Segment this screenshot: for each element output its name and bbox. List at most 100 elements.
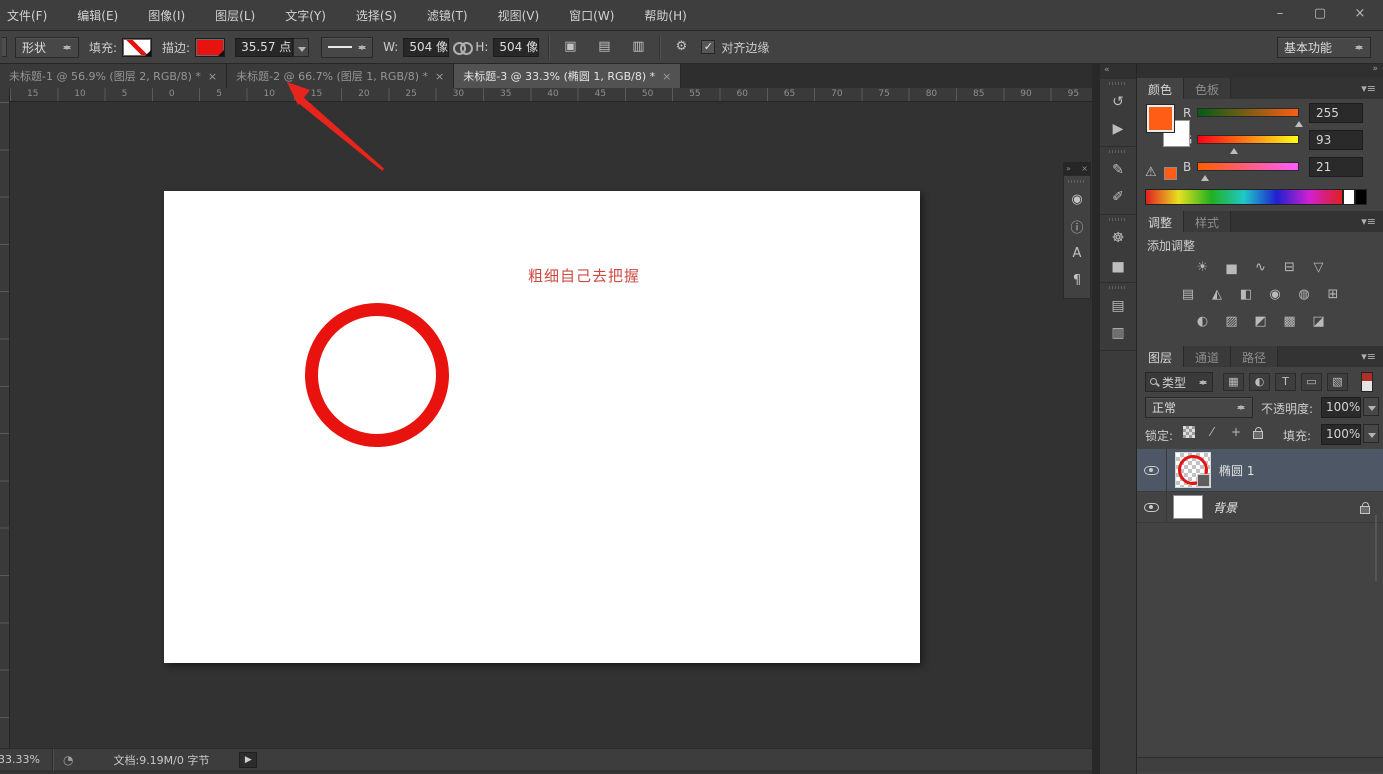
curves-icon[interactable]: ∿ bbox=[1251, 259, 1271, 276]
fill-color-swatch[interactable] bbox=[122, 38, 152, 57]
menu-item[interactable]: 滤镜(T) bbox=[412, 7, 483, 24]
panel-menu-icon[interactable]: ▾≡ bbox=[1361, 215, 1376, 228]
hue-saturation-icon[interactable]: ▤ bbox=[1178, 286, 1198, 303]
layer-row[interactable]: 椭圆 1 bbox=[1137, 449, 1383, 492]
adjustments-panel-tab[interactable]: 样式 bbox=[1184, 211, 1231, 232]
link-dimensions-icon[interactable] bbox=[453, 41, 471, 53]
channel-slider-handle[interactable] bbox=[1295, 117, 1303, 127]
menu-item[interactable]: 帮助(H) bbox=[629, 7, 701, 24]
status-options-button[interactable]: ▶ bbox=[239, 752, 257, 768]
menu-item[interactable]: 图像(I) bbox=[133, 7, 200, 24]
menu-item[interactable]: 文件(F) bbox=[0, 7, 62, 24]
layer-visibility-cell[interactable] bbox=[1137, 492, 1167, 522]
threshold-icon[interactable]: ◩ bbox=[1251, 313, 1271, 330]
channel-slider[interactable] bbox=[1197, 135, 1299, 144]
selective-color-icon[interactable]: ◪ bbox=[1309, 313, 1329, 330]
close-button[interactable]: × bbox=[1347, 4, 1373, 22]
navigator-panel-icon[interactable]: ☸ bbox=[1100, 224, 1136, 251]
paragraph-styles-panel-icon[interactable]: ▥ bbox=[1100, 319, 1136, 346]
layer-thumbnail[interactable] bbox=[1175, 452, 1211, 488]
filter-smart-objects-icon[interactable]: ▧ bbox=[1327, 373, 1348, 391]
lock-image-pixels-icon[interactable]: ⁄ bbox=[1205, 425, 1219, 439]
stroke-color-swatch[interactable] bbox=[195, 38, 225, 57]
black-white-icon[interactable]: ◧ bbox=[1236, 286, 1256, 303]
shape-height-field[interactable]: 504 像素 bbox=[493, 38, 539, 57]
closest-web-color-swatch[interactable] bbox=[1164, 167, 1177, 180]
eye-icon[interactable] bbox=[1144, 466, 1159, 475]
workspace-switcher[interactable]: 基本功能 bbox=[1277, 37, 1371, 58]
tab-close-icon[interactable]: × bbox=[662, 70, 671, 83]
stroke-width-field[interactable]: 35.57 点 bbox=[235, 38, 293, 57]
color-panel-tab[interactable]: 颜色 bbox=[1137, 78, 1184, 99]
panel-menu-icon[interactable]: ▾≡ bbox=[1361, 350, 1376, 363]
drag-grip[interactable] bbox=[1068, 180, 1086, 183]
document-tab[interactable]: 未标题-1 @ 56.9% (图层 2, RGB/8) *× bbox=[0, 64, 227, 88]
clone-source-panel-icon[interactable]: ◉ bbox=[1064, 186, 1090, 213]
tab-close-icon[interactable]: × bbox=[208, 70, 217, 83]
collapse-dock-icon[interactable]: « bbox=[1100, 64, 1136, 79]
filter-pixel-layers-icon[interactable]: ▦ bbox=[1223, 373, 1244, 391]
vibrance-icon[interactable]: ▽ bbox=[1309, 259, 1329, 276]
zoom-level-field[interactable]: 33.33% bbox=[0, 753, 46, 766]
color-panel-tab[interactable]: 色板 bbox=[1184, 78, 1231, 99]
tab-close-icon[interactable]: × bbox=[435, 70, 444, 83]
filter-type-layers-icon[interactable]: T bbox=[1275, 373, 1296, 391]
menu-item[interactable]: 文字(Y) bbox=[270, 7, 341, 24]
layer-filtering-toggle[interactable] bbox=[1361, 372, 1373, 392]
fill-field[interactable]: 100% bbox=[1321, 424, 1361, 445]
path-alignment-icon[interactable]: ▤ bbox=[592, 37, 616, 57]
brush-panel-icon[interactable]: ✎ bbox=[1100, 156, 1136, 183]
drag-grip[interactable] bbox=[1109, 150, 1127, 153]
posterize-icon[interactable]: ▨ bbox=[1222, 313, 1242, 330]
menu-item[interactable]: 选择(S) bbox=[341, 7, 412, 24]
close-icon[interactable]: × bbox=[1081, 164, 1088, 173]
gear-icon[interactable]: ⚙ bbox=[669, 37, 693, 57]
opacity-dropdown-button[interactable] bbox=[1363, 397, 1379, 416]
white-swatch[interactable] bbox=[1343, 189, 1355, 205]
info-panel-icon[interactable]: ⓘ bbox=[1064, 213, 1090, 240]
brightness-contrast-icon[interactable]: ☀ bbox=[1193, 259, 1213, 276]
shape-width-field[interactable]: 504 像素 bbox=[403, 38, 449, 57]
eye-icon[interactable] bbox=[1144, 503, 1159, 512]
scrollbar[interactable] bbox=[1375, 515, 1377, 581]
path-arrangement-icon[interactable]: ▥ bbox=[626, 37, 650, 57]
notes-panel-icon[interactable]: ▤ bbox=[1100, 292, 1136, 319]
adjustments-panel-tab[interactable]: 调整 bbox=[1137, 211, 1184, 232]
align-edges-checkbox[interactable]: ✓ bbox=[701, 40, 715, 54]
document-canvas[interactable]: 粗细自己去把握 bbox=[164, 191, 920, 663]
exposure-icon[interactable]: ⊟ bbox=[1280, 259, 1300, 276]
blend-mode-dropdown[interactable]: 正常 bbox=[1145, 397, 1253, 418]
path-operations-icon[interactable]: ▣ bbox=[558, 37, 582, 57]
photo-filter-icon[interactable]: ◉ bbox=[1265, 286, 1285, 303]
tool-preset-icon[interactable] bbox=[2, 37, 7, 57]
color-lookup-icon[interactable]: ⊞ bbox=[1323, 286, 1343, 303]
channel-slider[interactable] bbox=[1197, 108, 1299, 117]
history-panel-icon[interactable]: ↺ bbox=[1100, 88, 1136, 115]
gradient-map-icon[interactable]: ▩ bbox=[1280, 313, 1300, 330]
maximize-button[interactable]: ▢ bbox=[1307, 4, 1333, 22]
stroke-type-dropdown[interactable] bbox=[321, 37, 373, 58]
paragraph-panel-icon[interactable]: ¶ bbox=[1064, 267, 1090, 294]
layer-visibility-cell[interactable] bbox=[1137, 449, 1167, 491]
expand-panels-icon[interactable]: » bbox=[1066, 164, 1071, 173]
layers-panel-tab[interactable]: 通道 bbox=[1184, 346, 1231, 367]
fill-dropdown-button[interactable] bbox=[1363, 424, 1379, 443]
menu-item[interactable]: 视图(V) bbox=[483, 7, 555, 24]
channel-slider-handle[interactable] bbox=[1230, 144, 1238, 154]
document-tab[interactable]: 未标题-3 @ 33.3% (椭圆 1, RGB/8) *× bbox=[454, 64, 681, 88]
channel-value-field[interactable]: 21 bbox=[1309, 157, 1363, 177]
channel-value-field[interactable]: 93 bbox=[1309, 130, 1363, 150]
layer-filter-type-dropdown[interactable]: 类型 bbox=[1145, 372, 1213, 392]
gamut-warning-icon[interactable]: ⚠ bbox=[1145, 165, 1157, 180]
document-tab[interactable]: 未标题-2 @ 66.7% (图层 1, RGB/8) *× bbox=[227, 64, 454, 88]
drag-grip[interactable] bbox=[1109, 218, 1127, 221]
layer-thumbnail[interactable] bbox=[1173, 495, 1203, 519]
brush-presets-panel-icon[interactable]: ✐ bbox=[1100, 183, 1136, 210]
menu-item[interactable]: 编辑(E) bbox=[62, 7, 133, 24]
color-spectrum-ramp[interactable] bbox=[1145, 189, 1343, 205]
drag-grip[interactable] bbox=[1109, 82, 1127, 85]
layers-panel-tab[interactable]: 图层 bbox=[1137, 346, 1184, 367]
minimize-button[interactable]: – bbox=[1267, 4, 1293, 22]
invert-icon[interactable]: ◐ bbox=[1193, 313, 1213, 330]
actions-panel-icon[interactable]: ▶ bbox=[1100, 115, 1136, 142]
